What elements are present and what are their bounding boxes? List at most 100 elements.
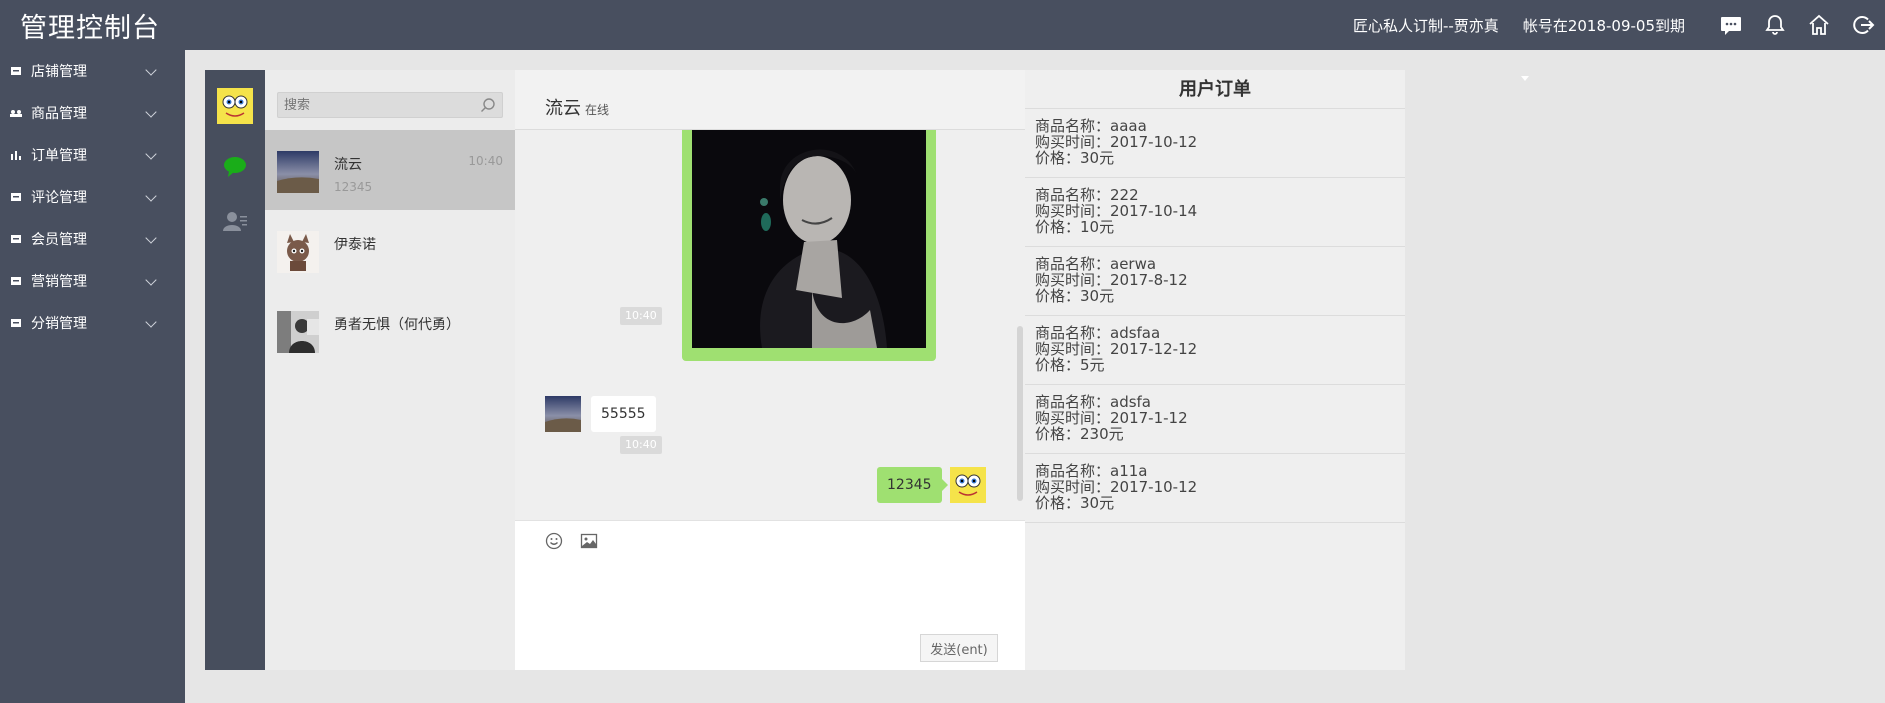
my-avatar[interactable] xyxy=(950,467,986,503)
order-price: 价格：30元 xyxy=(1035,149,1115,167)
my-avatar[interactable] xyxy=(217,88,253,124)
incoming-message[interactable]: 55555 xyxy=(591,396,656,432)
chevron-down-icon xyxy=(145,316,157,328)
sidebar-item-distribution[interactable]: 分销管理 xyxy=(0,302,185,344)
sidebar-item-label: 会员管理 xyxy=(31,232,87,248)
order-item[interactable]: 商品名称：aerwa 购买时间：2017-8-12 价格：30元 xyxy=(1025,247,1405,316)
chat-icon[interactable] xyxy=(223,156,247,178)
order-item[interactable]: 商品名称：adsfaa 购买时间：2017-12-12 价格：5元 xyxy=(1025,316,1405,385)
sidebar-item-shop[interactable]: 店铺管理 xyxy=(0,50,185,92)
search-icon[interactable] xyxy=(480,97,496,113)
order-purchase-time: 购买时间：2017-8-12 xyxy=(1035,271,1188,289)
order-item[interactable]: 商品名称：a11a 购买时间：2017-10-12 价格：30元 xyxy=(1025,454,1405,523)
order-price: 价格：230元 xyxy=(1035,425,1124,443)
chat-scrollbar[interactable] xyxy=(1017,326,1023,501)
chevron-down-icon xyxy=(145,232,157,244)
chat-header: 流云 在线 xyxy=(515,70,1025,130)
message-icon[interactable] xyxy=(1709,0,1753,50)
sidebar-item-label: 订单管理 xyxy=(31,148,87,164)
emoji-icon[interactable] xyxy=(545,532,563,550)
sidebar-item-label: 评论管理 xyxy=(31,190,87,206)
conversation-name: 伊泰诺 xyxy=(334,237,376,253)
user-orders-panel: 用户订单 商品名称：aaaa 购买时间：2017-10-12 价格：30元 商品… xyxy=(1025,70,1405,670)
chart-icon xyxy=(10,149,22,161)
avatar xyxy=(277,151,319,193)
conversation-item[interactable]: 勇者无惧（何代勇） xyxy=(265,290,515,370)
order-item[interactable]: 商品名称：adsfa 购买时间：2017-1-12 价格：230元 xyxy=(1025,385,1405,454)
caret-down-icon[interactable] xyxy=(1521,76,1529,81)
sidebar-item-label: 分销管理 xyxy=(31,316,87,332)
sidebar: 店铺管理 商品管理 订单管理 评论管理 会员管理 营销管理 分销管理 xyxy=(0,50,185,703)
outgoing-message[interactable]: 12345 xyxy=(877,467,948,503)
order-price: 价格：30元 xyxy=(1035,494,1115,512)
member-icon xyxy=(10,233,22,245)
sidebar-item-label: 商品管理 xyxy=(31,106,87,122)
send-button[interactable]: 发送(ent) xyxy=(920,634,998,662)
order-purchase-time: 购买时间：2017-12-12 xyxy=(1035,340,1198,358)
chevron-down-icon xyxy=(145,190,157,202)
order-purchase-time: 购买时间：2017-1-12 xyxy=(1035,409,1188,427)
goods-icon xyxy=(10,107,22,119)
order-product-name: 商品名称：adsfaa xyxy=(1035,324,1161,342)
conversation-name: 流云 xyxy=(334,157,362,173)
order-item[interactable]: 商品名称：222 购买时间：2017-10-14 价格：10元 xyxy=(1025,178,1405,247)
image-icon[interactable] xyxy=(580,532,598,550)
conversation-item[interactable]: 流云 12345 10:40 xyxy=(265,130,515,210)
order-item[interactable]: 商品名称：aaaa 购买时间：2017-10-12 价格：30元 xyxy=(1025,109,1405,178)
sidebar-item-members[interactable]: 会员管理 xyxy=(0,218,185,260)
home-icon[interactable] xyxy=(1797,0,1841,50)
chat-window: 流云 在线 10:40 55555 10:40 12345 发送(ent) xyxy=(515,70,1025,670)
orders-title: 用户订单 xyxy=(1025,70,1405,109)
sidebar-item-label: 店铺管理 xyxy=(31,64,87,80)
comment-icon xyxy=(10,191,22,203)
shop-icon xyxy=(10,65,22,77)
chevron-down-icon xyxy=(145,274,157,286)
image-message[interactable] xyxy=(682,130,936,361)
chevron-down-icon xyxy=(145,148,157,160)
order-product-name: 商品名称：aaaa xyxy=(1035,117,1147,135)
contact-avatar[interactable] xyxy=(545,396,581,432)
message-input[interactable] xyxy=(541,561,1001,621)
chat-contact-name: 流云 在线 xyxy=(545,94,609,120)
order-price: 价格：5元 xyxy=(1035,356,1105,374)
distribution-icon xyxy=(10,317,22,329)
avatar xyxy=(277,311,319,353)
online-status: 在线 xyxy=(585,103,610,117)
message-timestamp: 10:40 xyxy=(620,307,662,325)
order-purchase-time: 购买时间：2017-10-12 xyxy=(1035,478,1198,496)
sidebar-item-orders[interactable]: 订单管理 xyxy=(0,134,185,176)
chat-icon-rail xyxy=(205,70,265,670)
message-timestamp: 10:40 xyxy=(620,436,662,454)
order-purchase-time: 购买时间：2017-10-12 xyxy=(1035,133,1198,151)
bell-icon[interactable] xyxy=(1753,0,1797,50)
order-price: 价格：10元 xyxy=(1035,218,1115,236)
shop-name[interactable]: 匠心私人订制--贾亦真 xyxy=(1353,15,1499,36)
app-title: 管理控制台 xyxy=(20,13,160,44)
sidebar-item-label: 营销管理 xyxy=(31,274,87,290)
sidebar-item-comments[interactable]: 评论管理 xyxy=(0,176,185,218)
logout-icon[interactable] xyxy=(1841,0,1885,50)
conversation-name: 勇者无惧（何代勇） xyxy=(334,317,460,333)
message-photo[interactable] xyxy=(692,130,926,348)
contacts-icon[interactable] xyxy=(223,210,247,232)
conversation-item[interactable]: 伊泰诺 xyxy=(265,210,515,290)
order-product-name: 商品名称：222 xyxy=(1035,186,1139,204)
sidebar-item-marketing[interactable]: 营销管理 xyxy=(0,260,185,302)
order-product-name: 商品名称：a11a xyxy=(1035,462,1148,480)
search-input[interactable] xyxy=(278,93,468,117)
conversation-time: 10:40 xyxy=(468,154,503,168)
search-box xyxy=(277,92,503,118)
order-product-name: 商品名称：aerwa xyxy=(1035,255,1157,273)
top-bar: 管理控制台 匠心私人订制--贾亦真 帐号在2018-09-05到期 xyxy=(0,0,1885,50)
conversation-list: 流云 12345 10:40 伊泰诺 勇者无惧（何代勇） xyxy=(265,70,515,670)
marketing-icon xyxy=(10,275,22,287)
avatar xyxy=(277,231,319,273)
account-expiry: 帐号在2018-09-05到期 xyxy=(1522,16,1685,35)
order-product-name: 商品名称：adsfa xyxy=(1035,393,1152,411)
chevron-down-icon xyxy=(145,106,157,118)
conversation-last-message: 12345 xyxy=(334,180,373,194)
sidebar-item-goods[interactable]: 商品管理 xyxy=(0,92,185,134)
order-price: 价格：30元 xyxy=(1035,287,1115,305)
message-composer: 发送(ent) xyxy=(515,520,1025,670)
top-right-toolbar: 匠心私人订制--贾亦真 帐号在2018-09-05到期 xyxy=(1353,0,1885,50)
